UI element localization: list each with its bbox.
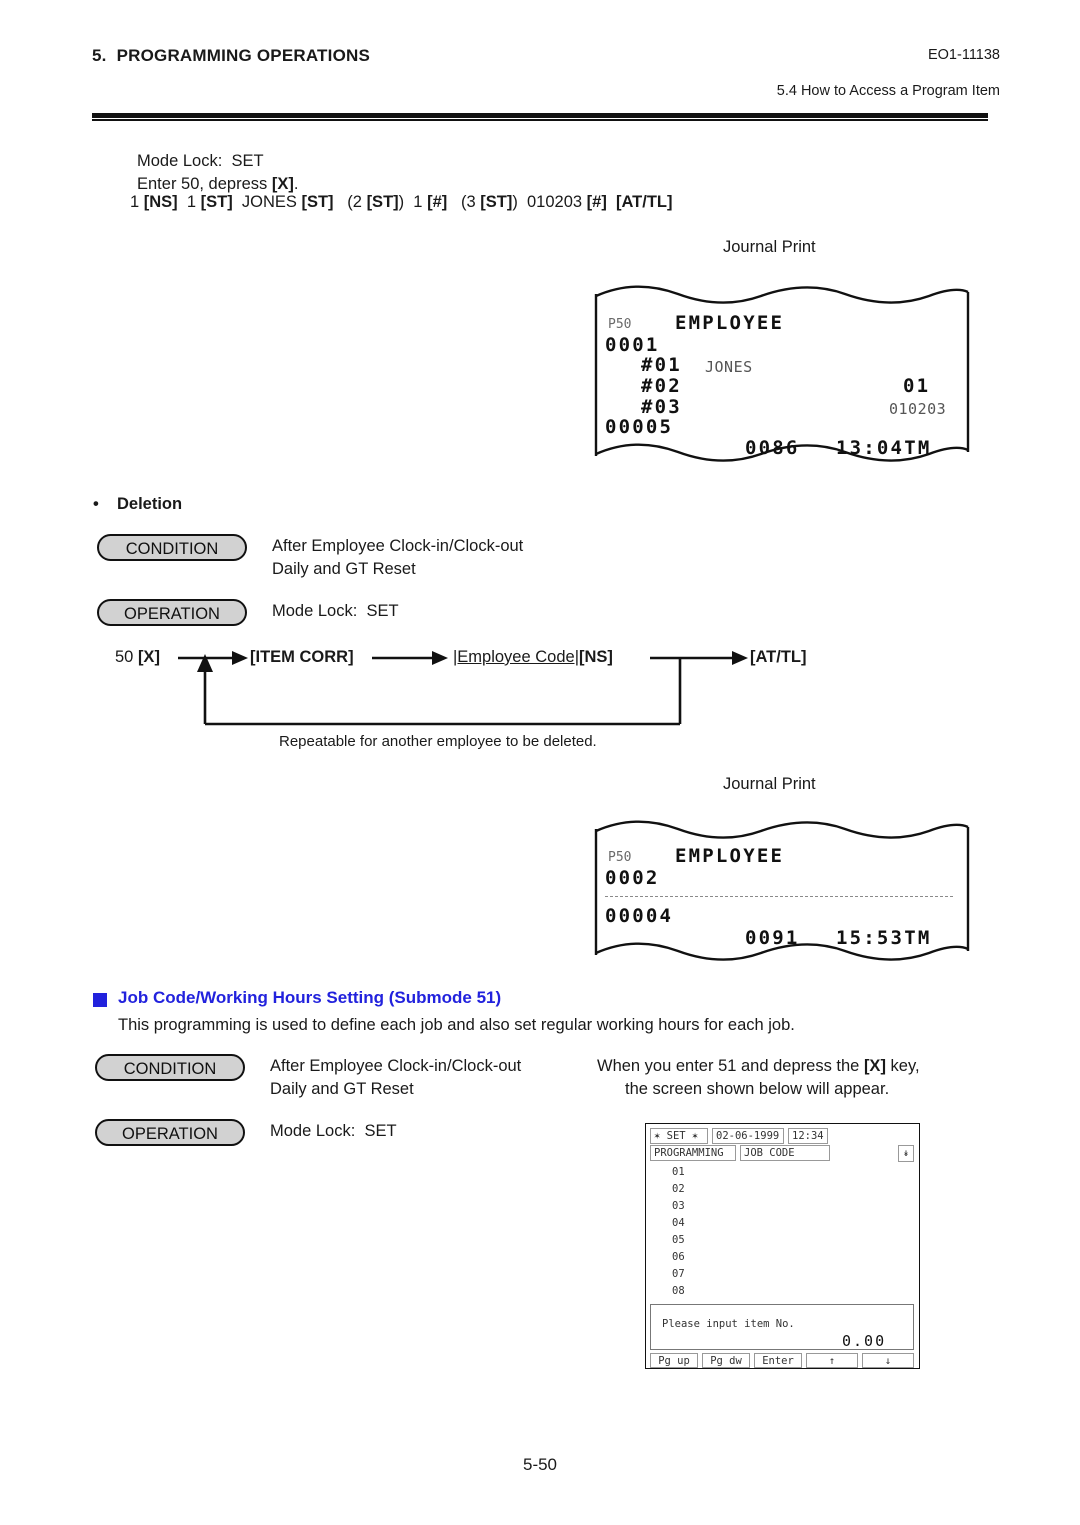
journal2-footer-no: 0091 (745, 927, 800, 949)
lcd-item-5[interactable]: 06 (672, 1251, 685, 1263)
subsection-title: 5.4 How to Access a Program Item (776, 83, 1000, 99)
lcd-item-0[interactable]: 01 (672, 1166, 685, 1178)
key-sequence-token-3: [ST] (200, 193, 233, 211)
lcd-item-2[interactable]: 03 (672, 1200, 685, 1212)
journal2-receipt: P50 EMPLOYEE 0002 00004 0091 15:53TM (593, 817, 971, 967)
journal1-row-1-value: 01 (903, 375, 931, 397)
key-sequence-token-12: ) 010203 (512, 193, 587, 211)
jobcode-note-line2: the screen shown below will appear. (625, 1080, 890, 1098)
key-sequence-token-6: (2 (333, 193, 367, 211)
key-sequence-token-5: [ST] (301, 193, 334, 211)
section-number: 5. (92, 46, 107, 65)
journal2-title: EMPLOYEE (675, 845, 785, 867)
key-sequence-token-7: [ST] (366, 193, 399, 211)
jobcode-condition-line1: After Employee Clock-in/Clock-out (270, 1057, 522, 1075)
jobcode-operation-line1: Mode Lock: SET (270, 1122, 397, 1140)
deletion-operation-line1: Mode Lock: SET (272, 602, 399, 620)
header-rule-thin (92, 119, 988, 121)
key-sequence-token-14 (607, 193, 616, 211)
journal2-prog-no: P50 (608, 850, 632, 865)
fkey-page-down[interactable]: Pg dw (702, 1353, 750, 1368)
jobcode-note-x-key: [X] (863, 1057, 886, 1075)
lcd-item-4[interactable]: 05 (672, 1234, 685, 1246)
key-sequence-token-8: ) 1 (398, 193, 428, 211)
journal2-footer-time: 15:53TM (836, 927, 932, 949)
lcd-date-field: 02-06-1999 (712, 1128, 784, 1144)
key-sequence-token-4: JONES (232, 193, 302, 211)
deletion-condition-line1: After Employee Clock-in/Clock-out (272, 537, 524, 555)
lcd-screen-field: JOB CODE (740, 1145, 830, 1161)
header-rule (92, 113, 988, 118)
fkey-arrow-up[interactable]: ↑ (806, 1353, 858, 1368)
jobcode-description: This programming is used to define each … (118, 1016, 795, 1034)
deletion-title: Deletion (117, 495, 183, 513)
jobcode-note-line1: When you enter 51 and depress the [X] ke… (597, 1055, 920, 1078)
page-header-title: 5. PROGRAMMING OPERATIONS (92, 46, 370, 66)
journal2-separator (605, 896, 953, 897)
journal1-row-2-field: #03 (641, 396, 682, 418)
jobcode-operation-badge: OPERATION (95, 1119, 245, 1146)
fkey-arrow-down[interactable]: ↓ (862, 1353, 914, 1368)
section-bullet-square (93, 993, 107, 1007)
x-key-label: [X] (271, 175, 294, 193)
lcd-item-6[interactable]: 07 (672, 1268, 685, 1280)
lcd-item-7[interactable]: 08 (672, 1285, 685, 1297)
deletion-operation-badge: OPERATION (97, 599, 247, 626)
journal1-counter: 00005 (605, 416, 674, 438)
key-sequence-token-1: [NS] (143, 193, 178, 211)
section-title: PROGRAMMING OPERATIONS (116, 46, 371, 65)
intro-enter-text: Enter 50, depress (137, 175, 272, 193)
intro-enter-period: . (293, 175, 299, 193)
journal1-title: EMPLOYEE (675, 312, 785, 334)
jobcode-condition-line2: Daily and GT Reset (270, 1080, 414, 1098)
lcd-time-field: 12:34 (788, 1128, 828, 1144)
fkey-page-up[interactable]: Pg up (650, 1353, 698, 1368)
journal2-label: Journal Print (723, 775, 816, 793)
jobcode-condition-badge: CONDITION (95, 1054, 245, 1081)
deletion-condition-line2: Daily and GT Reset (272, 560, 416, 578)
key-sequence-token-10: (3 (447, 193, 481, 211)
journal1-row-0-field: #01 (641, 354, 682, 376)
key-sequence-line: 1 [NS] 1 [ST] JONES [ST] (2 [ST]) 1 [#] … (130, 193, 673, 212)
journal1-receipt: P50 EMPLOYEE 0001 #01 JONES #02 01 #03 0… (593, 282, 971, 468)
jobcode-note-text-b: key, (885, 1057, 920, 1075)
journal1-row-2-value: 010203 (889, 400, 947, 418)
lcd-mode-field: ✶ SET ✶ (650, 1128, 708, 1144)
journal1-row-0-value: JONES (705, 358, 753, 376)
journal2-record-no: 0002 (605, 867, 660, 889)
lcd-prompt: Please input item No. (662, 1318, 795, 1330)
journal1-footer-time: 13:04TM (836, 437, 932, 459)
journal2-counter: 00004 (605, 905, 674, 927)
key-sequence-token-13: [#] (586, 193, 607, 211)
jobcode-note-text-a: When you enter 51 and depress the (597, 1057, 864, 1075)
lcd-app-field: PROGRAMMING (650, 1145, 736, 1161)
lcd-item-1[interactable]: 02 (672, 1183, 685, 1195)
document-code: EO1-11138 (927, 47, 1000, 63)
jobcode-heading: Job Code/Working Hours Setting (Submode … (118, 988, 502, 1007)
journal1-label: Journal Print (723, 238, 816, 256)
deletion-condition-badge: CONDITION (97, 534, 247, 561)
key-sequence-token-0: 1 (130, 193, 144, 211)
lcd-item-3[interactable]: 04 (672, 1217, 685, 1229)
flow-loop-note: Repeatable for another employee to be de… (279, 733, 597, 750)
journal1-row-1-field: #02 (641, 375, 682, 397)
lcd-value: 0.00 (842, 1332, 887, 1350)
journal1-footer-no: 0086 (745, 437, 800, 459)
key-sequence-token-15: [AT/TL] (616, 193, 673, 211)
lcd-screen: ✶ SET ✶ 02-06-1999 12:34 PROGRAMMING JOB… (645, 1123, 920, 1369)
key-sequence-token-11: [ST] (480, 193, 513, 211)
deletion-bullet: • (93, 495, 99, 513)
fkey-enter[interactable]: Enter (754, 1353, 802, 1368)
journal1-prog-no: P50 (608, 317, 632, 332)
intro-mode-lock: Mode Lock: SET (137, 152, 264, 170)
journal1-record-no: 0001 (605, 334, 660, 356)
key-sequence-token-2: 1 (177, 193, 201, 211)
page-number: 5-50 (522, 1455, 558, 1474)
scroll-down-icon[interactable]: ↡ (898, 1145, 914, 1162)
key-sequence-token-9: [#] (427, 193, 448, 211)
